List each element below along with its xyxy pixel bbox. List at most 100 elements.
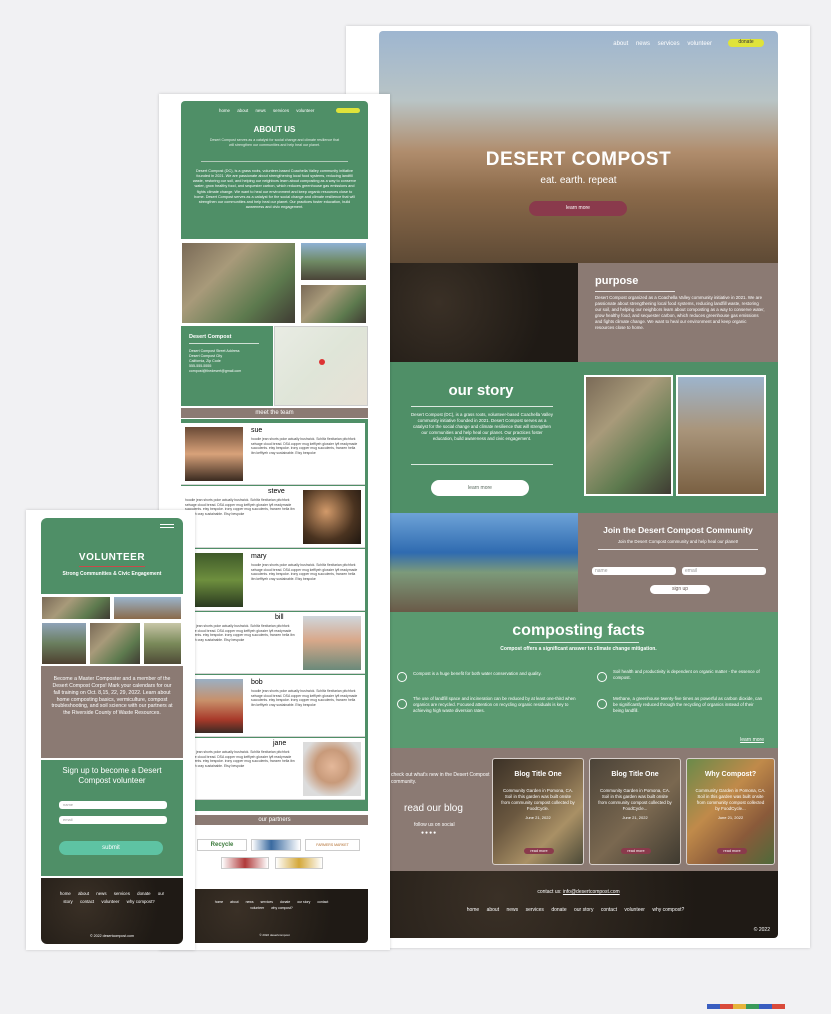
partner-logo-recycle[interactable]: Recycle — [197, 839, 247, 851]
blog-read-more-button[interactable]: read more — [524, 848, 554, 854]
fact-item-4: Methane, a greenhouse twenty-five times … — [597, 696, 777, 714]
footer-link-why-compost[interactable]: why compost? — [652, 907, 684, 913]
blog-card-title: Blog Title One — [611, 771, 659, 778]
nav-about[interactable]: about — [613, 41, 628, 47]
nav-volunteer[interactable]: volunteer — [687, 41, 712, 47]
checkmark-icon — [397, 699, 407, 709]
about-nav: home about news services volunteer — [219, 108, 320, 113]
blog-section: check out what's new in the Desert Compo… — [379, 748, 778, 871]
color-palette-strip — [707, 996, 799, 1009]
mobile-footer-link[interactable]: news — [96, 891, 106, 896]
footer-link-home[interactable]: home — [467, 907, 480, 913]
mobile-copyright: © 2022 desertcompost.com — [90, 934, 134, 938]
team-member-steve: steve hoodie jean shorts poke actually b… — [181, 486, 365, 548]
mobile-submit-button[interactable]: submit — [59, 841, 163, 855]
about-footer-link[interactable]: services — [260, 900, 272, 904]
mobile-footer-link[interactable]: about — [78, 891, 89, 896]
mobile-email-input[interactable]: email — [59, 816, 167, 824]
nav-news[interactable]: news — [636, 41, 650, 47]
fact-text-3: The use of landfill space and incinerati… — [413, 696, 576, 713]
checkmark-icon — [597, 672, 607, 682]
facts-heading: composting facts — [512, 622, 645, 639]
mobile-body: Become a Master Composter and a member o… — [51, 676, 173, 717]
join-email-input[interactable]: email — [682, 567, 766, 575]
footer-contact-label: contact us: — [537, 889, 562, 895]
partner-logo[interactable] — [251, 839, 301, 851]
mobile-footer-link[interactable]: contact — [80, 899, 94, 904]
about-nav-volunteer[interactable]: volunteer — [296, 108, 314, 113]
about-contact-card: Desert Compost Desert Compost Street Add… — [181, 326, 273, 406]
footer-link-our-story[interactable]: our story — [574, 907, 593, 913]
story-divider-top — [411, 406, 553, 407]
footer-link-services[interactable]: services — [526, 907, 544, 913]
hamburger-menu-icon[interactable] — [160, 524, 174, 530]
mobile-footer-link[interactable]: donate — [137, 891, 150, 896]
team-name: bob — [251, 679, 263, 686]
partner-logo-farmers-market[interactable]: FARMERS MARKET — [305, 839, 360, 851]
story-photo-1 — [584, 375, 673, 496]
about-nav-services[interactable]: services — [273, 108, 289, 113]
team-bio: hoodie jean shorts poke actually bushwic… — [185, 750, 295, 768]
join-divider — [598, 549, 758, 550]
meet-the-team-heading: meet the team — [181, 408, 368, 418]
mobile-name-input[interactable]: name — [59, 801, 167, 809]
footer-link-donate[interactable]: donate — [551, 907, 566, 913]
purpose-heading: purpose — [595, 275, 639, 287]
facts-learn-more-link[interactable]: learn more — [740, 737, 764, 744]
donate-button[interactable]: donate — [728, 39, 764, 47]
hero-learn-more-button[interactable]: learn more — [529, 201, 627, 216]
footer-link-volunteer[interactable]: volunteer — [624, 907, 645, 913]
sign-up-button[interactable]: sign up — [650, 585, 710, 594]
mobile-footer-link[interactable]: volunteer — [101, 899, 119, 904]
nav-services[interactable]: services — [658, 41, 680, 47]
story-learn-more-button[interactable]: learn more — [431, 480, 529, 496]
blog-card-body: Community Garden in Pomona, CA. Soil in … — [598, 788, 672, 811]
footer-link-about[interactable]: about — [487, 907, 500, 913]
swatch — [759, 1004, 772, 1009]
blog-card-1[interactable]: Blog Title One Community Garden in Pomon… — [492, 758, 584, 865]
swatch — [746, 1004, 759, 1009]
about-footer-link[interactable]: donate — [280, 900, 290, 904]
composting-facts-section: composting facts Compost offers a signif… — [379, 612, 778, 748]
blog-card-2[interactable]: Blog Title One Community Garden in Pomon… — [589, 758, 681, 865]
team-bio: hoodie jean shorts poke actually bushwic… — [185, 624, 295, 642]
blog-read-more-button[interactable]: read more — [621, 848, 651, 854]
partner-logo[interactable] — [221, 857, 269, 869]
about-map[interactable] — [274, 326, 368, 406]
footer-link-news[interactable]: news — [507, 907, 519, 913]
blog-read-more-button[interactable]: read more — [717, 848, 747, 854]
mobile-footer-link[interactable]: services — [114, 891, 130, 896]
blog-card-3[interactable]: Why Compost? Community Garden in Pomona,… — [686, 758, 775, 865]
footer-link-contact[interactable]: contact — [601, 907, 617, 913]
youtube-icon[interactable]: ● — [433, 830, 437, 836]
fact-item-2: Soil health and productivity is dependen… — [597, 669, 777, 687]
about-intro: Desert Compost serves as a catalyst for … — [209, 138, 340, 147]
about-footer-link[interactable]: home — [215, 900, 223, 904]
team-photo — [183, 425, 245, 483]
join-name-input[interactable]: name — [592, 567, 676, 575]
blog-follow: follow us on social — [414, 822, 455, 828]
about-nav-home[interactable]: home — [219, 108, 230, 113]
about-footer-link[interactable]: about — [230, 900, 239, 904]
purpose-body: Desert Compost organized as a Coachella … — [595, 295, 765, 330]
about-footer-link[interactable]: our story — [297, 900, 310, 904]
team-name: steve — [268, 488, 285, 495]
about-nav-about[interactable]: about — [237, 108, 248, 113]
about-footer-link[interactable]: contact — [317, 900, 328, 904]
footer-links: home about news services donate our stor… — [379, 907, 778, 914]
team-member-mary: mary hoodie jean shorts poke actually bu… — [181, 549, 365, 611]
about-nav-news[interactable]: news — [255, 108, 265, 113]
about-contact-heading: Desert Compost — [189, 334, 232, 340]
about-donate-button[interactable] — [336, 108, 360, 113]
mobile-footer-link[interactable]: why compost? — [127, 899, 155, 904]
about-footer-link[interactable]: why compost? — [271, 906, 293, 910]
about-footer-link[interactable]: volunteer — [250, 906, 264, 910]
mobile-signup-heading: Sign up to become a Desert Compost volun… — [62, 766, 162, 785]
partner-logo[interactable] — [275, 857, 323, 869]
about-footer-link[interactable]: news — [246, 900, 254, 904]
footer-email-link[interactable]: info@desertcompost.com — [563, 889, 620, 895]
about-photo-2 — [299, 241, 368, 282]
mobile-footer-link[interactable]: home — [60, 891, 71, 896]
hero-section: about news services volunteer donate DES… — [379, 31, 778, 263]
checkmark-icon — [597, 699, 607, 709]
